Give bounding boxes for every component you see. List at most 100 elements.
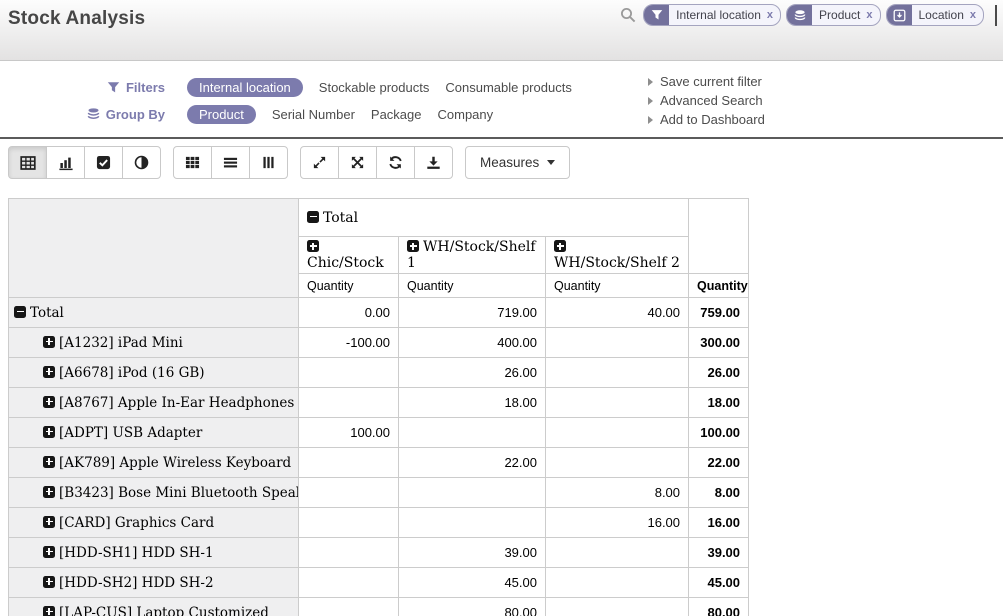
expand-icon[interactable]: [43, 516, 55, 528]
column-group-label: Total: [323, 210, 358, 226]
quantity-cell: [299, 388, 399, 418]
collapse-icon[interactable]: [14, 306, 26, 318]
filter-icon: [107, 81, 120, 94]
row-header[interactable]: [A6678] iPod (16 GB): [9, 358, 299, 388]
expand-icon[interactable]: [43, 366, 55, 378]
row-label: [ADPT] USB Adapter: [59, 425, 202, 441]
expand-icon[interactable]: [43, 396, 55, 408]
row-header[interactable]: [HDD-SH1] HDD SH-1: [9, 538, 299, 568]
check-square-button[interactable]: [84, 146, 123, 179]
measure-header: Quantity: [299, 274, 399, 298]
pivot-row: Total0.00719.0040.00759.00: [9, 298, 749, 328]
quantity-cell: [546, 328, 689, 358]
refresh-button[interactable]: [376, 146, 415, 179]
column-header-chic-stock[interactable]: Chic/Stock: [299, 237, 399, 274]
quantity-cell: 45.00: [399, 568, 546, 598]
filter-options: Internal location Stockable products Con…: [187, 78, 572, 97]
columns-layout-button[interactable]: [249, 146, 288, 179]
expand-icon[interactable]: [43, 426, 55, 438]
groupby-company[interactable]: Company: [438, 107, 494, 122]
pivot-row: [AK789] Apple Wireless Keyboard22.0022.0…: [9, 448, 749, 478]
row-header[interactable]: [CARD] Graphics Card: [9, 508, 299, 538]
row-label: [CARD] Graphics Card: [59, 515, 214, 531]
filter-consumable-products[interactable]: Consumable products: [445, 80, 571, 95]
quantity-cell: [299, 478, 399, 508]
expand-icon[interactable]: [43, 576, 55, 588]
fullscreen-button[interactable]: [338, 146, 377, 179]
filter-panel: Filters Internal location Stockable prod…: [0, 61, 1003, 137]
quantity-cell: 18.00: [399, 388, 546, 418]
row-header[interactable]: [LAP-CUS] Laptop Customized: [9, 598, 299, 616]
row-label: [LAP-CUS] Laptop Customized: [59, 605, 269, 616]
download-button[interactable]: [414, 146, 453, 179]
list-layout-button[interactable]: [211, 146, 250, 179]
view-switcher-group: [8, 146, 161, 179]
add-to-dashboard-label: Add to Dashboard: [660, 112, 765, 127]
search-facet-product[interactable]: Product x: [786, 4, 880, 26]
search-facet-internal-location[interactable]: Internal location x: [643, 4, 781, 26]
advanced-search-link[interactable]: Advanced Search: [648, 91, 765, 110]
bar-chart-view-button[interactable]: [46, 146, 85, 179]
quantity-cell: [299, 508, 399, 538]
expand-icon[interactable]: [307, 240, 319, 252]
add-to-dashboard-link[interactable]: Add to Dashboard: [648, 110, 765, 129]
quantity-cell: 80.00: [399, 598, 546, 616]
search-facet-location[interactable]: Location x: [886, 4, 985, 26]
row-header[interactable]: [A8767] Apple In-Ear Headphones: [9, 388, 299, 418]
filter-internal-location[interactable]: Internal location: [187, 78, 303, 97]
pivot-row: [ADPT] USB Adapter100.00100.00: [9, 418, 749, 448]
expand-icon[interactable]: [43, 486, 55, 498]
measure-header: Quantity: [546, 274, 689, 298]
quantity-cell: [546, 598, 689, 616]
quantity-cell: [299, 538, 399, 568]
facet-remove-button[interactable]: x: [969, 9, 983, 21]
expand-icon[interactable]: [43, 546, 55, 558]
advanced-search-label: Advanced Search: [660, 93, 763, 108]
row-header[interactable]: Total: [9, 298, 299, 328]
quantity-cell: 22.00: [399, 448, 546, 478]
database-icon: [87, 107, 100, 121]
row-total-cell: 100.00: [689, 418, 749, 448]
triangle-right-icon: [648, 116, 653, 124]
quantity-cell: 16.00: [546, 508, 689, 538]
row-label: [HDD-SH2] HDD SH-2: [59, 575, 214, 591]
row-header[interactable]: [AK789] Apple Wireless Keyboard: [9, 448, 299, 478]
row-header[interactable]: [A1232] iPad Mini: [9, 328, 299, 358]
collapse-icon[interactable]: [307, 211, 319, 223]
row-total-cell: 300.00: [689, 328, 749, 358]
column-header-label: WH/Stock/Shelf 2: [554, 255, 680, 271]
grand-total-header-spacer: [689, 199, 749, 274]
save-current-filter-link[interactable]: Save current filter: [648, 72, 765, 91]
grid-layout-button[interactable]: [173, 146, 212, 179]
column-header-wh-stock-shelf-1[interactable]: WH/Stock/Shelf 1: [399, 237, 546, 274]
row-header[interactable]: [ADPT] USB Adapter: [9, 418, 299, 448]
expand-icon[interactable]: [554, 240, 566, 252]
expand-icon[interactable]: [43, 456, 55, 468]
contrast-button[interactable]: [122, 146, 161, 179]
search-icon: [620, 7, 636, 23]
groupby-serial-number[interactable]: Serial Number: [272, 107, 355, 122]
facet-label: Location: [912, 8, 969, 22]
row-header[interactable]: [HDD-SH2] HDD SH-2: [9, 568, 299, 598]
pivot-row: [HDD-SH1] HDD SH-139.0039.00: [9, 538, 749, 568]
expand-icon[interactable]: [43, 336, 55, 348]
search-bar[interactable]: Internal location x Product x Location x: [620, 4, 997, 26]
pivot-row: [CARD] Graphics Card16.0016.00: [9, 508, 749, 538]
expand-icon[interactable]: [407, 240, 419, 252]
expand-button[interactable]: [300, 146, 339, 179]
column-group-total[interactable]: Total: [299, 199, 689, 237]
facet-remove-button[interactable]: x: [766, 9, 780, 21]
expand-icon[interactable]: [43, 606, 55, 616]
groupby-package[interactable]: Package: [371, 107, 422, 122]
filter-stockable-products[interactable]: Stockable products: [319, 80, 430, 95]
measures-dropdown[interactable]: Measures: [465, 146, 570, 179]
pivot-row: [A1232] iPad Mini-100.00400.00300.00: [9, 328, 749, 358]
pivot-table-view-button[interactable]: [8, 146, 47, 179]
search-input-caret[interactable]: [995, 5, 997, 26]
groupby-product[interactable]: Product: [187, 105, 256, 124]
row-label: [HDD-SH1] HDD SH-1: [59, 545, 214, 561]
column-header-wh-stock-shelf-2[interactable]: WH/Stock/Shelf 2: [546, 237, 689, 274]
facet-remove-button[interactable]: x: [865, 9, 879, 21]
row-header[interactable]: [B3423] Bose Mini Bluetooth Speaker: [9, 478, 299, 508]
quantity-cell: 0.00: [299, 298, 399, 328]
